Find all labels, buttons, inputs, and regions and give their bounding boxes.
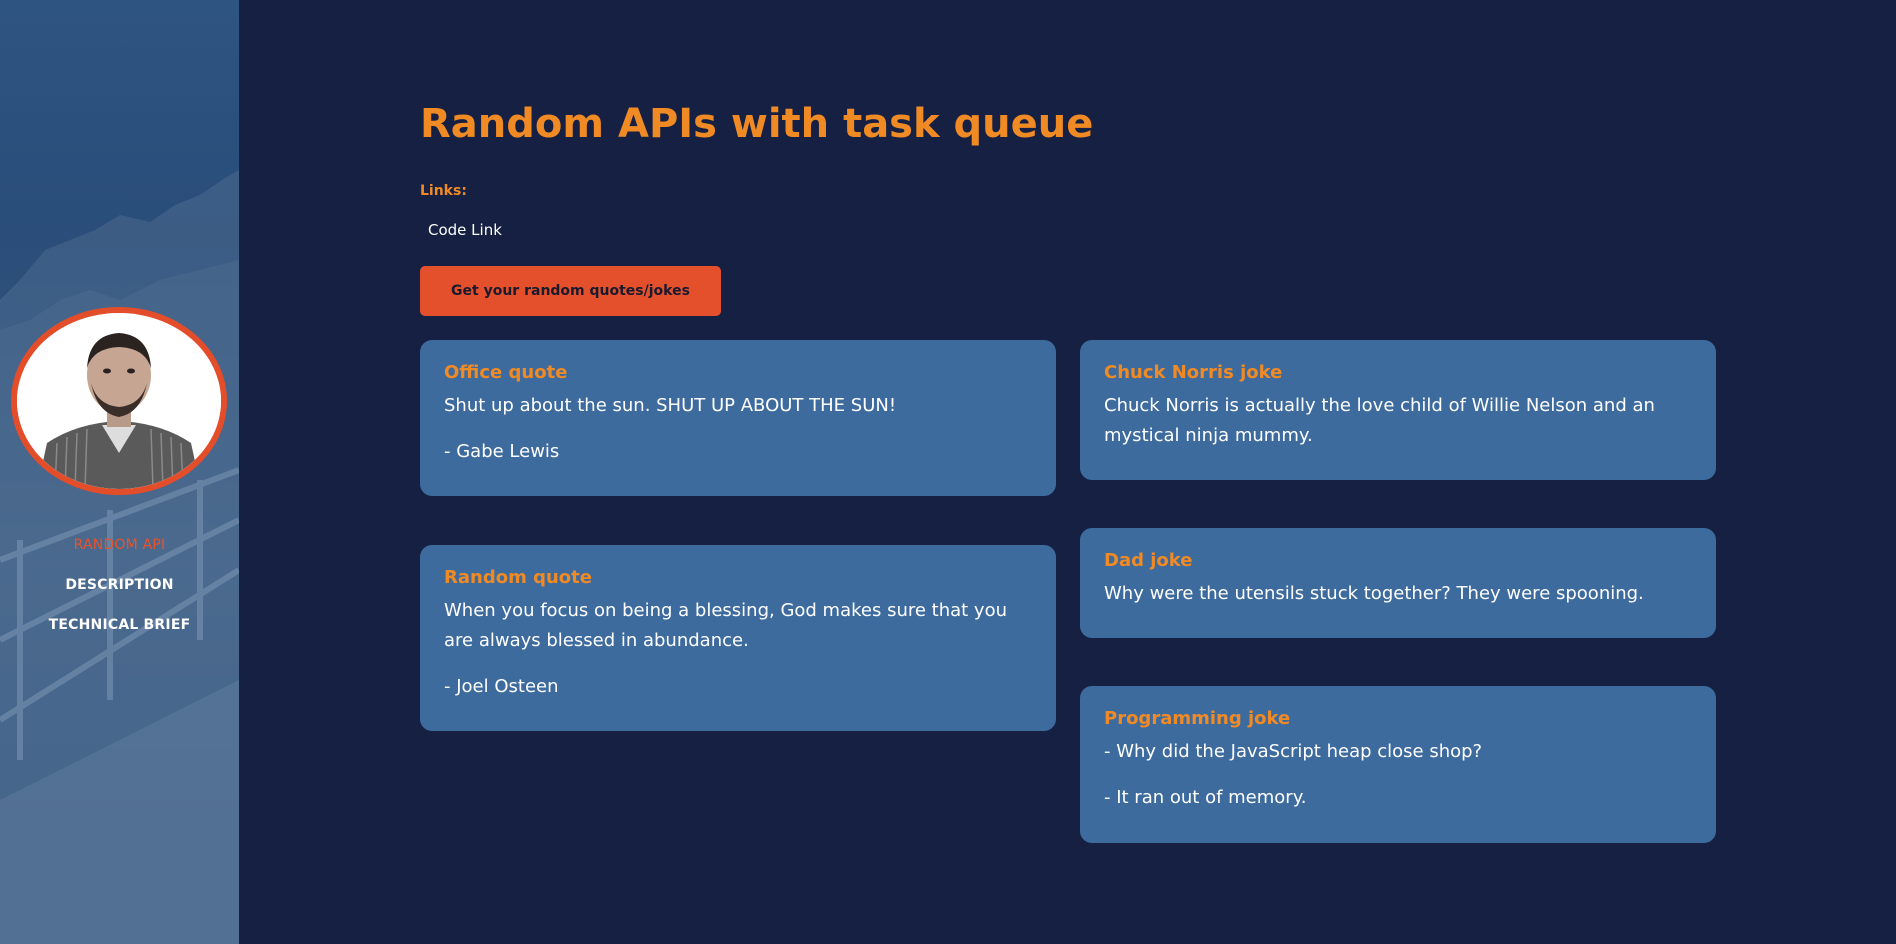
card-title: Programming joke bbox=[1104, 708, 1291, 729]
joke-text: Why were the utensils stuck together? Th… bbox=[1104, 583, 1644, 604]
card-title: Chuck Norris joke bbox=[1104, 362, 1283, 383]
links-label: Links: bbox=[420, 183, 467, 199]
avatar bbox=[11, 307, 227, 495]
sidebar: RANDOM API DESCRIPTION TECHNICAL BRIEF bbox=[0, 0, 239, 944]
office-quote-card: Office quote Shut up about the sun. SHUT… bbox=[420, 340, 1056, 496]
random-quote-card: Random quote When you focus on being a b… bbox=[420, 545, 1056, 731]
quote-text: When you focus on being a blessing, God … bbox=[444, 600, 1008, 651]
card-title: Dad joke bbox=[1104, 550, 1193, 571]
nav-item-description[interactable]: DESCRIPTION bbox=[0, 573, 239, 613]
quote-author: - Joel Osteen bbox=[444, 676, 559, 697]
card-title: Office quote bbox=[444, 362, 568, 383]
joke-text: Chuck Norris is actually the love child … bbox=[1104, 395, 1655, 446]
joke-setup: - Why did the JavaScript heap close shop… bbox=[1104, 741, 1483, 762]
dad-joke-card: Dad joke Why were the utensils stuck tog… bbox=[1080, 528, 1716, 638]
card-title: Random quote bbox=[444, 567, 592, 588]
joke-punchline: - It ran out of memory. bbox=[1104, 787, 1307, 808]
nav-item-random-api[interactable]: RANDOM API bbox=[0, 533, 239, 573]
quote-author: - Gabe Lewis bbox=[444, 441, 560, 462]
chuck-norris-joke-card: Chuck Norris joke Chuck Norris is actual… bbox=[1080, 340, 1716, 480]
page-title: Random APIs with task queue bbox=[420, 101, 1094, 147]
profile-photo bbox=[17, 313, 221, 489]
get-quotes-button[interactable]: Get your random quotes/jokes bbox=[420, 266, 721, 316]
quote-text: Shut up about the sun. SHUT UP ABOUT THE… bbox=[444, 395, 897, 416]
sidebar-nav: RANDOM API DESCRIPTION TECHNICAL BRIEF bbox=[0, 533, 239, 653]
code-link[interactable]: Code Link bbox=[428, 221, 502, 239]
programming-joke-card: Programming joke - Why did the JavaScrip… bbox=[1080, 686, 1716, 843]
nav-item-technical-brief[interactable]: TECHNICAL BRIEF bbox=[0, 613, 239, 653]
